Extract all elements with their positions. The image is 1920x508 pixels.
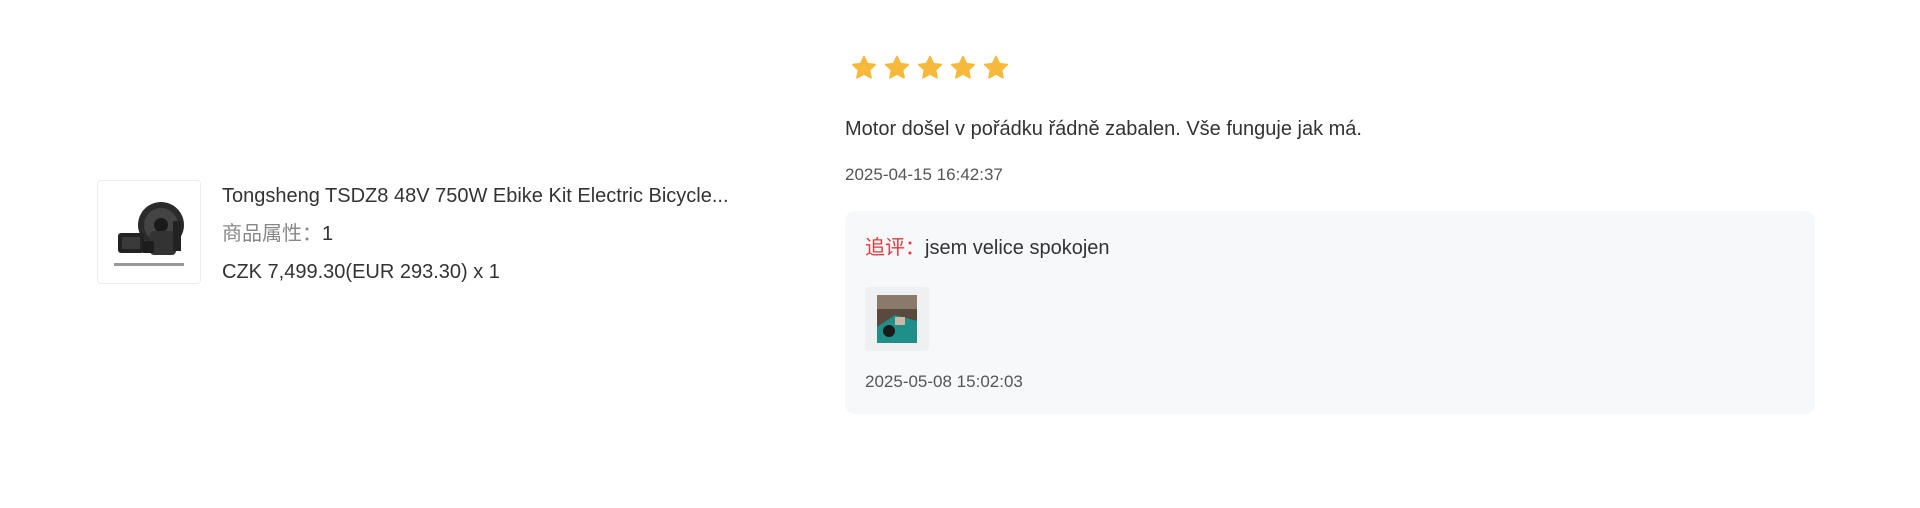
- product-price: CZK 7,499.30(EUR 293.30) x 1: [222, 261, 500, 283]
- star-rating: [850, 54, 1010, 84]
- product-attr-label: 商品属性：: [222, 223, 322, 245]
- product-thumbnail[interactable]: [97, 180, 201, 284]
- followup-text: jsem velice spokojen: [925, 237, 1110, 259]
- star-icon: [851, 55, 877, 79]
- star-icon: [950, 55, 976, 79]
- product-attributes: 商品属性：1: [222, 221, 333, 247]
- review-timestamp: 2025-04-15 16:42:37: [845, 165, 1003, 184]
- followup-photo[interactable]: [865, 287, 929, 351]
- followup-timestamp: 2025-05-08 15:02:03: [865, 372, 1023, 391]
- ebike-kit-icon: [98, 181, 200, 283]
- star-icon: [884, 55, 910, 79]
- product-attr-value: 1: [322, 223, 334, 245]
- followup-label: 追评：: [865, 237, 925, 259]
- review-photo-icon: [865, 287, 929, 351]
- review-item: Tongsheng TSDZ8 48V 750W Ebike Kit Elect…: [0, 0, 1920, 508]
- product-name[interactable]: Tongsheng TSDZ8 48V 750W Ebike Kit Elect…: [222, 183, 792, 209]
- followup-review: 追评：jsem velice spokojen 2025-05-08 15:02…: [845, 211, 1815, 414]
- review-text: Motor došel v pořádku řádně zabalen. Vše…: [845, 118, 1362, 140]
- star-icon: [917, 55, 943, 79]
- star-icon: [983, 55, 1009, 79]
- followup-line: 追评：jsem velice spokojen: [865, 235, 1110, 261]
